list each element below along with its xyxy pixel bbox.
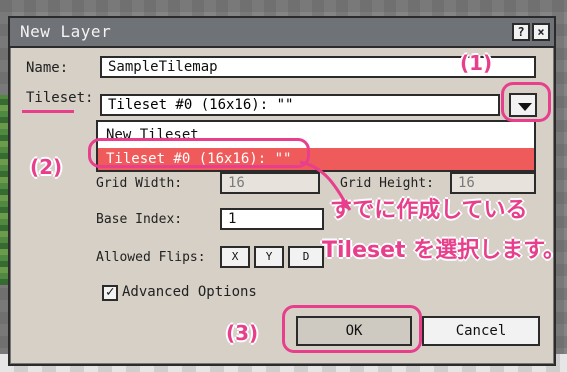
annotation-arrow xyxy=(299,160,352,211)
